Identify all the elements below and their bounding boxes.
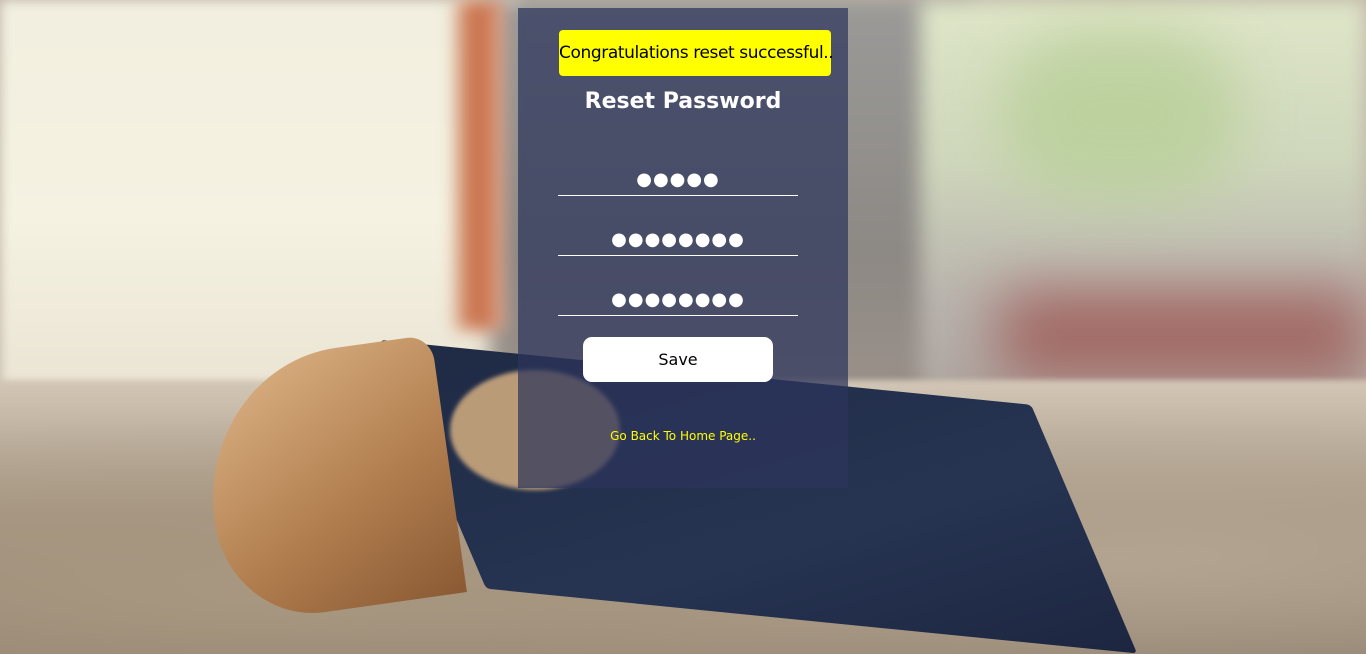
- background-frame: [455, 0, 505, 330]
- new-password-field: [558, 215, 798, 256]
- background-foliage: [1000, 30, 1240, 200]
- success-alert: Congratulations reset successful..: [559, 30, 834, 76]
- current-password-input[interactable]: [558, 155, 798, 195]
- page: Congratulations reset successful.. Reset…: [0, 0, 1366, 654]
- confirm-password-input[interactable]: [558, 275, 798, 315]
- home-page-link[interactable]: Go Back To Home Page..: [518, 428, 848, 444]
- book-pages: [193, 334, 467, 626]
- current-password-field: [558, 155, 798, 196]
- reset-password-panel: Congratulations reset successful.. Reset…: [518, 8, 848, 488]
- new-password-input[interactable]: [558, 215, 798, 255]
- save-button[interactable]: Save: [583, 337, 773, 382]
- page-title: Reset Password: [584, 89, 782, 114]
- confirm-password-field: [558, 275, 798, 316]
